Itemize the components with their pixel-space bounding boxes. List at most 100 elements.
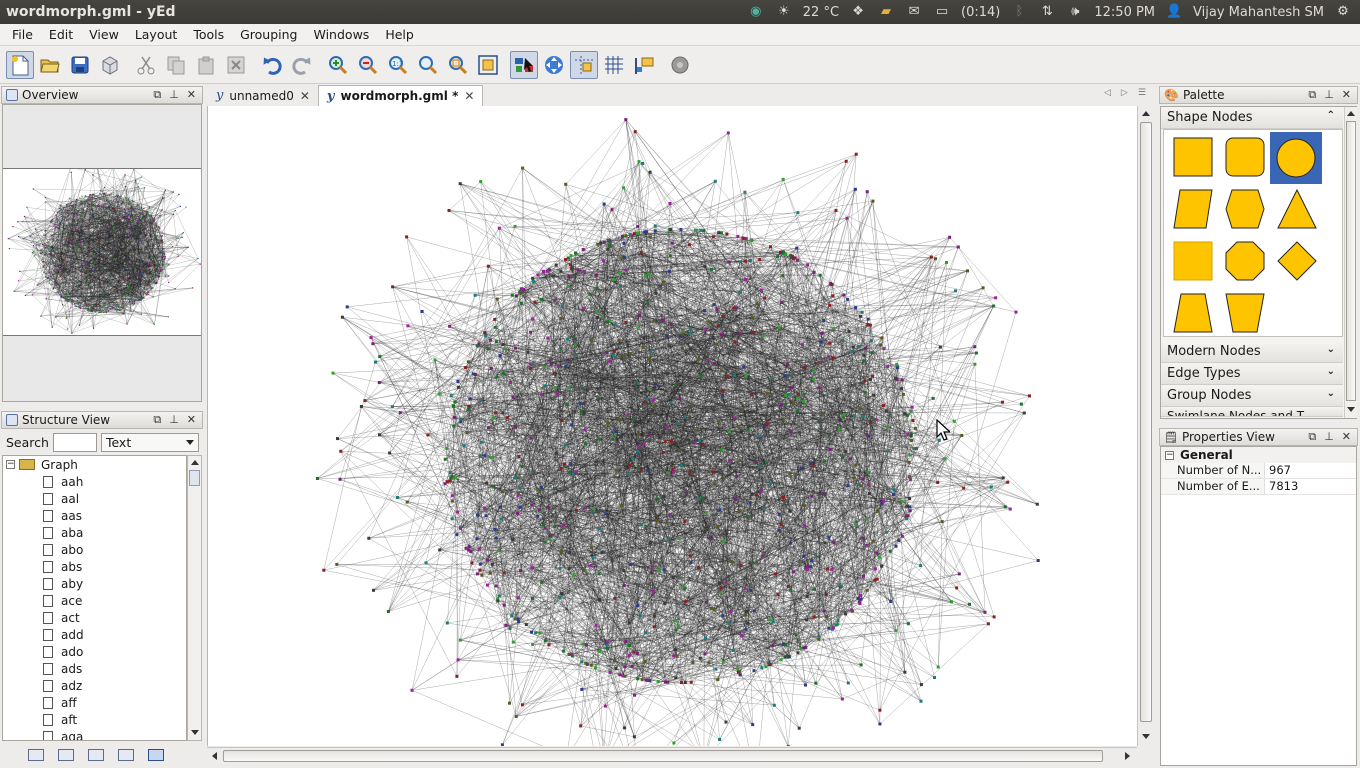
graph-node[interactable] (734, 497, 738, 501)
graph-node[interactable] (51, 261, 53, 263)
graph-node[interactable] (74, 305, 76, 307)
graph-node[interactable] (819, 340, 823, 344)
graph-node[interactable] (479, 399, 483, 402)
graph-node[interactable] (765, 461, 769, 465)
pin-panel-icon[interactable]: ⊥ (169, 413, 179, 427)
graph-node[interactable] (84, 195, 86, 197)
close-icon[interactable]: ✕ (1342, 430, 1351, 444)
graph-node[interactable] (77, 297, 79, 299)
graph-node[interactable] (491, 416, 495, 420)
graph-node[interactable] (97, 304, 99, 306)
graph-node[interactable] (33, 255, 35, 257)
graph-node[interactable] (862, 574, 865, 578)
graph-node[interactable] (771, 644, 775, 648)
graph-node[interactable] (163, 251, 165, 253)
graph-node[interactable] (509, 381, 513, 384)
graph-node[interactable] (814, 553, 818, 557)
graph-node[interactable] (650, 567, 654, 571)
graph-node[interactable] (742, 365, 746, 369)
graph-node[interactable] (121, 251, 123, 253)
graph-node[interactable] (909, 453, 912, 457)
float-panel-icon[interactable]: ⧉ (1308, 430, 1316, 444)
graph-node[interactable] (145, 280, 147, 282)
graph-node[interactable] (909, 434, 913, 438)
graph-node[interactable] (485, 481, 489, 485)
graph-node[interactable] (757, 464, 761, 468)
graph-node[interactable] (823, 492, 826, 496)
graph-node[interactable] (736, 667, 740, 671)
graph-node[interactable] (608, 670, 612, 674)
graph-node[interactable] (452, 404, 456, 408)
fit-page-icon[interactable] (474, 51, 502, 79)
graph-node[interactable] (82, 202, 84, 204)
graph-node[interactable] (52, 250, 55, 252)
graph-node[interactable] (689, 680, 693, 684)
graph-node[interactable] (56, 291, 58, 293)
move-viewport-icon[interactable] (540, 51, 568, 79)
graph-node[interactable] (60, 295, 62, 298)
graph-node[interactable] (805, 618, 809, 622)
tree-node-item[interactable]: ads (3, 660, 186, 677)
graph-node[interactable] (516, 494, 520, 498)
graph-node[interactable] (574, 251, 577, 255)
graph-node[interactable] (666, 471, 670, 475)
graph-node[interactable] (994, 296, 998, 300)
graph-node[interactable] (733, 340, 737, 344)
dock-tab-icon[interactable] (118, 749, 134, 761)
graph-node[interactable] (443, 457, 447, 461)
graph-node[interactable] (590, 510, 594, 514)
graph-node[interactable] (892, 488, 896, 492)
graph-node[interactable] (704, 636, 708, 640)
graph-node[interactable] (662, 280, 665, 284)
graph-node[interactable] (486, 347, 490, 351)
graph-node[interactable] (901, 392, 905, 396)
graph-node[interactable] (955, 586, 959, 590)
graph-node[interactable] (718, 738, 722, 741)
graph-node[interactable] (827, 355, 830, 359)
graph-node[interactable] (456, 510, 460, 514)
property-group-general[interactable]: − General (1161, 447, 1356, 463)
graph-node[interactable] (139, 239, 141, 241)
volume-icon[interactable]: 🕪 (1066, 4, 1084, 20)
graph-node[interactable] (82, 297, 84, 299)
graph-node[interactable] (108, 194, 110, 196)
shape-trapezoid-inverted[interactable] (1220, 288, 1270, 338)
graph-node[interactable] (600, 551, 604, 555)
graph-node[interactable] (688, 554, 692, 558)
graph-node[interactable] (153, 323, 155, 326)
graph-node[interactable] (885, 530, 888, 534)
graph-node[interactable] (719, 586, 723, 590)
graph-node[interactable] (619, 284, 622, 288)
canvas-vertical-scrollbar[interactable] (1137, 106, 1154, 746)
graph-node[interactable] (55, 316, 57, 318)
graph-node[interactable] (331, 371, 335, 375)
weather-sun-icon[interactable]: ☀ (775, 4, 793, 20)
dock-tab-icon[interactable] (88, 749, 104, 761)
graph-node[interactable] (703, 265, 707, 268)
graph-node[interactable] (161, 263, 163, 266)
gear-icon[interactable]: ⚙ (1334, 4, 1352, 20)
graph-node[interactable] (613, 323, 617, 327)
graph-node[interactable] (128, 212, 130, 214)
graph-node[interactable] (674, 676, 678, 680)
graph-node[interactable] (99, 193, 101, 195)
graph-node[interactable] (473, 293, 477, 297)
graph-node[interactable] (880, 336, 884, 340)
graph-node[interactable] (475, 537, 479, 541)
graph-node[interactable] (905, 517, 909, 521)
graph-node[interactable] (113, 208, 116, 210)
graph-node[interactable] (817, 637, 821, 641)
graph-node[interactable] (105, 249, 107, 251)
graph-node[interactable] (671, 576, 675, 579)
graph-node[interactable] (758, 257, 762, 261)
graph-node[interactable] (131, 303, 133, 305)
graph-node[interactable] (862, 359, 866, 363)
graph-node[interactable] (1001, 476, 1005, 480)
graph-node[interactable] (606, 421, 610, 425)
graph-node[interactable] (909, 478, 913, 482)
graph-node[interactable] (477, 547, 481, 551)
graph-node[interactable] (146, 210, 148, 213)
graph-node[interactable] (490, 562, 494, 566)
overview-panel[interactable] (2, 104, 202, 402)
graph-node[interactable] (178, 237, 180, 239)
